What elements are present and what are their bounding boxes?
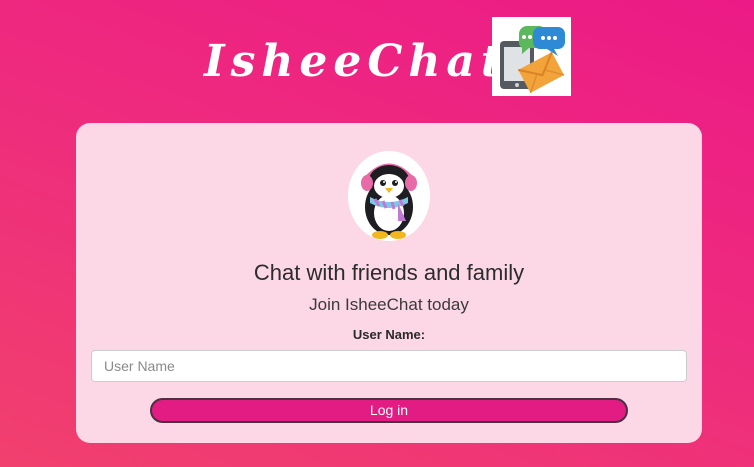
subheadline: Join IsheeChat today — [309, 295, 469, 314]
penguin-avatar-icon — [348, 151, 430, 241]
chat-envelope-phone-icon — [492, 17, 571, 96]
login-button[interactable]: Log in — [150, 398, 628, 423]
app-title: IsheeChat — [204, 36, 508, 87]
username-label: User Name: — [352, 327, 426, 342]
login-card: Chat with friends and family Join IsheeC… — [76, 123, 702, 443]
username-input[interactable] — [91, 350, 687, 382]
headline: Chat with friends and family — [253, 260, 525, 285]
header: IsheeChat — [0, 14, 754, 100]
